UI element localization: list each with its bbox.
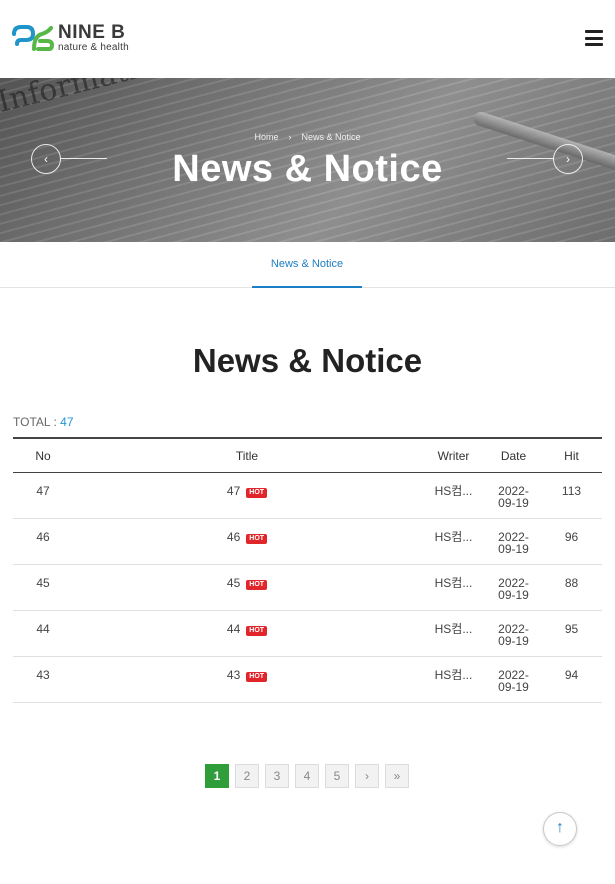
table-row[interactable]: 46 46 HOT HS컴... 2022- 09-19 96 <box>13 519 602 565</box>
page-button-2[interactable]: 2 <box>235 764 259 788</box>
breadcrumb-separator-icon: › <box>288 132 292 142</box>
row-hit: 94 <box>564 668 579 682</box>
row-writer: HS컴... <box>434 668 473 682</box>
pagination: 1 2 3 4 5 › » <box>205 764 415 788</box>
row-date: 2022- 09-19 <box>498 668 529 694</box>
row-date: 2022- 09-19 <box>498 484 529 510</box>
hero-next-line <box>507 158 554 159</box>
row-writer: HS컴... <box>434 484 473 498</box>
logo-tagline: nature & health <box>58 42 129 53</box>
column-hit: Hit <box>564 448 579 463</box>
column-date: Date <box>500 448 527 463</box>
row-no: 47 <box>36 484 50 498</box>
hero-prev-line <box>60 158 107 159</box>
hero-banner: Informationen Home›News & Notice News & … <box>0 78 615 242</box>
total-number: 47 <box>60 415 74 429</box>
total-label: TOTAL : <box>13 415 57 429</box>
column-no: No <box>35 448 51 463</box>
row-no: 45 <box>36 576 50 590</box>
site-logo[interactable]: NINE B nature & health <box>12 22 134 54</box>
row-title-link[interactable]: 43 <box>227 668 240 682</box>
site-header: NINE B nature & health <box>0 0 615 78</box>
logo-name: NINE B <box>58 22 126 43</box>
row-writer: HS컴... <box>434 622 473 636</box>
table-header: No Title Writer Date Hit <box>13 439 602 473</box>
logo-mark-icon <box>12 25 54 51</box>
sub-navigation: News & Notice <box>0 242 615 288</box>
table-row[interactable]: 43 43 HOT HS컴... 2022- 09-19 94 <box>13 657 602 703</box>
hot-badge: HOT <box>246 672 268 682</box>
page-button-1[interactable]: 1 <box>205 764 229 788</box>
board-table: No Title Writer Date Hit 47 47 HOT HS컴...… <box>13 437 602 703</box>
row-title-link[interactable]: 45 <box>227 576 240 590</box>
row-date: 2022- 09-19 <box>498 622 529 648</box>
tab-news-notice[interactable]: News & Notice <box>252 242 362 288</box>
breadcrumb: Home › News & Notice <box>0 132 615 142</box>
row-writer: HS컴... <box>434 530 473 544</box>
hot-badge: HOT <box>246 626 268 636</box>
row-hit: 96 <box>564 530 579 544</box>
scroll-top-icon[interactable]: ↑ <box>543 812 577 846</box>
row-date: 2022- 09-19 <box>498 530 529 556</box>
breadcrumb-current[interactable]: News & Notice <box>301 132 360 142</box>
hero-prev-arrow-icon[interactable]: ‹ <box>31 144 61 174</box>
row-no: 46 <box>36 530 50 544</box>
row-title-link[interactable]: 47 <box>227 484 240 498</box>
hero-next-arrow-icon[interactable]: › <box>553 144 583 174</box>
total-count: TOTAL : 47 <box>13 415 74 429</box>
hot-badge: HOT <box>246 488 268 498</box>
hot-badge: HOT <box>246 534 268 544</box>
page-button-5[interactable]: 5 <box>325 764 349 788</box>
page-button-4[interactable]: 4 <box>295 764 319 788</box>
row-hit: 113 <box>561 484 582 498</box>
column-writer: Writer <box>437 448 470 463</box>
breadcrumb-home-link[interactable]: Home <box>254 132 278 142</box>
row-date: 2022- 09-19 <box>498 576 529 602</box>
hot-badge: HOT <box>246 580 268 590</box>
row-no: 43 <box>36 668 50 682</box>
page-title: News & Notice <box>192 342 423 379</box>
next-page-icon[interactable]: › <box>355 764 379 788</box>
hero-title: News & Notice <box>172 148 443 190</box>
page-button-3[interactable]: 3 <box>265 764 289 788</box>
last-page-icon[interactable]: » <box>385 764 409 788</box>
row-title-link[interactable]: 44 <box>227 622 240 636</box>
row-hit: 88 <box>564 576 579 590</box>
column-title: Title <box>235 448 259 463</box>
row-hit: 95 <box>564 622 579 636</box>
table-row[interactable]: 47 47 HOT HS컴... 2022- 09-19 113 <box>13 473 602 519</box>
menu-icon[interactable] <box>585 30 603 46</box>
row-no: 44 <box>36 622 50 636</box>
table-row[interactable]: 44 44 HOT HS컴... 2022- 09-19 95 <box>13 611 602 657</box>
row-writer: HS컴... <box>434 576 473 590</box>
table-row[interactable]: 45 45 HOT HS컴... 2022- 09-19 88 <box>13 565 602 611</box>
row-title-link[interactable]: 46 <box>227 530 240 544</box>
